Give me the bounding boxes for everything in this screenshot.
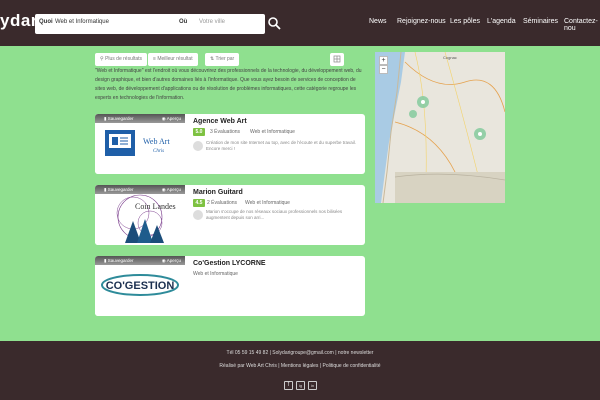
- nav-join[interactable]: Rejoignez-nous: [397, 18, 446, 25]
- grid-view-button[interactable]: [330, 53, 344, 66]
- zoom-out-button[interactable]: −: [379, 65, 388, 74]
- nav-news[interactable]: News: [369, 18, 387, 25]
- preview-button[interactable]: ◉ Aperçu: [162, 258, 181, 264]
- linkedin-icon[interactable]: in: [308, 381, 317, 390]
- avatar: [193, 141, 203, 151]
- card-thumbnail[interactable]: CO'GESTION ▮ Sauvegarder ◉ Aperçu: [95, 256, 185, 316]
- save-button[interactable]: ▮ Sauvegarder: [104, 258, 134, 264]
- sort-button[interactable]: ⇅ Trier par: [205, 53, 240, 66]
- nav-agenda[interactable]: L'agenda: [487, 18, 516, 25]
- what-label: Quoi: [39, 19, 53, 25]
- listing-card[interactable]: CO'GESTION ▮ Sauvegarder ◉ Aperçu Co'Ges…: [95, 256, 365, 316]
- save-button[interactable]: ▮ Sauvegarder: [104, 187, 134, 193]
- card-title[interactable]: Agence Web Art: [193, 118, 247, 125]
- card-title[interactable]: Co'Gestion LYCORNE: [193, 260, 266, 267]
- preview-button[interactable]: ◉ Aperçu: [162, 116, 181, 122]
- card-thumbnail[interactable]: Web Art Chris ▮ Sauvegarder ◉ Aperçu: [95, 114, 185, 174]
- footer-links[interactable]: Réalisé par Web Art Chris | Mentions lég…: [0, 363, 600, 369]
- what-input[interactable]: Web et Informatique: [55, 19, 109, 25]
- rating-badge: 5.0: [193, 128, 205, 136]
- instagram-icon[interactable]: ig: [296, 381, 305, 390]
- category-label: Web et Informatique: [250, 129, 295, 135]
- web-art-logo-text: Web Art: [143, 137, 170, 146]
- category-intro: "Web et Informatique" est l'endroit où v…: [95, 68, 362, 101]
- thumb-toolbar: ▮ Sauvegarder ◉ Aperçu: [95, 185, 185, 194]
- map-marker[interactable]: [409, 110, 417, 118]
- search-bar: Quoi Web et Informatique Où Votre ville: [35, 14, 265, 34]
- sort-icon: ⇅: [210, 56, 215, 62]
- category-label: Web et Informatique: [193, 271, 238, 277]
- site-footer: Tél 05 59 15 49 82 | Solydarigroupe@gmai…: [0, 341, 600, 400]
- search-icon[interactable]: [267, 16, 281, 30]
- listing-card[interactable]: Coin Landes ▮ Sauvegarder ◉ Aperçu Mario…: [95, 185, 365, 245]
- thumb-toolbar: ▮ Sauvegarder ◉ Aperçu: [95, 114, 185, 123]
- map-city-label: Cognac: [443, 55, 457, 60]
- web-art-logo: Web Art Chris: [105, 130, 170, 156]
- sort-label: Trier par: [215, 56, 235, 62]
- evaluations-count[interactable]: 2 Évaluations: [207, 200, 237, 206]
- facebook-icon[interactable]: f: [284, 381, 293, 390]
- thumb-toolbar: ▮ Sauvegarder ◉ Aperçu: [95, 256, 185, 265]
- listing-card[interactable]: Web Art Chris ▮ Sauvegarder ◉ Aperçu Age…: [95, 114, 365, 174]
- more-results-button[interactable]: ⚲ Plus de résultats: [95, 53, 148, 66]
- review-snippet: Marion s'occupe de nos réseaux sociaux p…: [206, 209, 343, 220]
- preview-button[interactable]: ◉ Aperçu: [162, 187, 181, 193]
- coin-landes-text: Coin Landes: [135, 202, 176, 211]
- card-thumbnail[interactable]: Coin Landes ▮ Sauvegarder ◉ Aperçu: [95, 185, 185, 245]
- top-header: ydari Quoi Web et Informatique Où Votre …: [0, 0, 600, 46]
- where-input[interactable]: Votre ville: [199, 19, 225, 25]
- avatar: [193, 210, 203, 220]
- cogestion-logo-text: CO'GESTION: [106, 280, 175, 292]
- best-result-button[interactable]: ≡ Meilleur résultat: [148, 53, 198, 66]
- nav-seminars[interactable]: Séminaires: [523, 18, 558, 25]
- grid-icon: [333, 55, 341, 63]
- zoom-in-button[interactable]: +: [379, 56, 388, 65]
- coin-landes-logo: Coin Landes: [95, 185, 185, 245]
- sliders-icon: ≡: [153, 56, 156, 62]
- footer-contact[interactable]: Tél 05 59 15 49 82 | Solydarigroupe@gmai…: [0, 350, 600, 356]
- category-label: Web et Informatique: [245, 200, 290, 206]
- rating-badge: 4.5: [193, 199, 205, 207]
- card-title[interactable]: Marion Guitard: [193, 189, 243, 196]
- evaluations-count[interactable]: 3 Évaluations: [210, 129, 240, 135]
- nav-poles[interactable]: Les pôles: [450, 18, 480, 25]
- more-results-label: Plus de résultats: [105, 56, 143, 62]
- where-label: Où: [179, 19, 188, 25]
- map-tiles: Cognac: [375, 52, 505, 203]
- web-art-logo-sub: Chris: [153, 149, 164, 154]
- pin-icon: ⚲: [100, 56, 104, 62]
- review-snippet: Création de mon site Internet au top, av…: [206, 140, 356, 151]
- cogestion-logo: CO'GESTION: [101, 274, 179, 296]
- save-button[interactable]: ▮ Sauvegarder: [104, 116, 134, 122]
- results-map[interactable]: Cognac + −: [375, 52, 505, 203]
- best-result-label: Meilleur résultat: [157, 56, 193, 62]
- nav-contact[interactable]: Contactez-nou: [564, 18, 600, 32]
